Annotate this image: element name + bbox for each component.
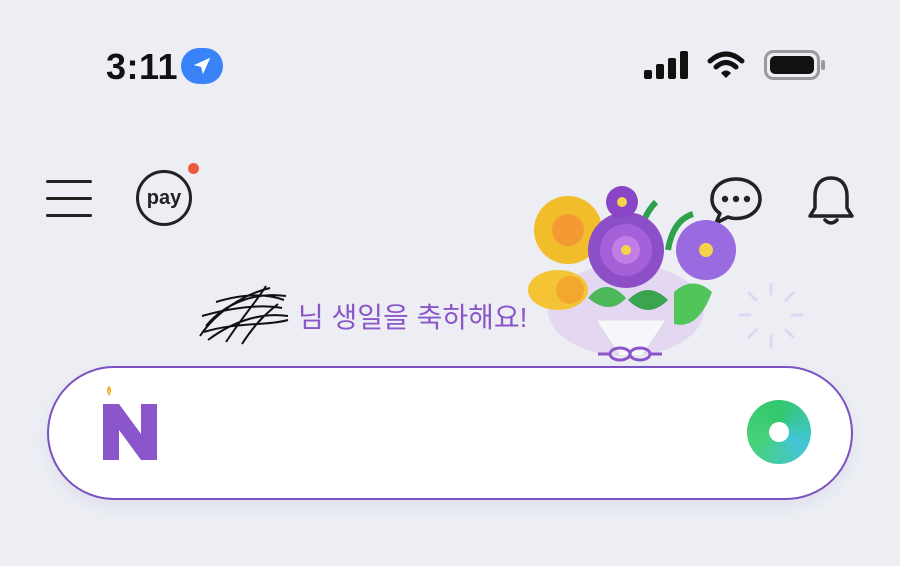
hamburger-menu-icon[interactable] (46, 180, 92, 220)
location-arrow-icon (181, 48, 223, 84)
status-time: 3:11 (106, 46, 179, 87)
flower-bouquet-illustration (528, 186, 736, 362)
pay-label: pay (146, 186, 182, 209)
search-bar[interactable] (47, 366, 853, 500)
sparkle-decoration (738, 282, 804, 348)
birthday-message-text: 님 생일을 축하해요! (298, 302, 528, 333)
bell-icon[interactable] (806, 174, 856, 228)
battery-icon (764, 50, 825, 80)
green-ring-button-icon[interactable] (747, 400, 811, 464)
name-scribble-redaction (199, 285, 289, 345)
notification-dot (188, 163, 199, 174)
birthday-message: 님 생일을 축하해요! (196, 285, 528, 345)
pay-button[interactable]: pay (136, 170, 192, 226)
naver-n-birthday-candle-logo (103, 386, 157, 460)
wifi-icon (707, 51, 745, 78)
status-icons (644, 50, 826, 80)
cellular-signal-icon (644, 51, 688, 79)
